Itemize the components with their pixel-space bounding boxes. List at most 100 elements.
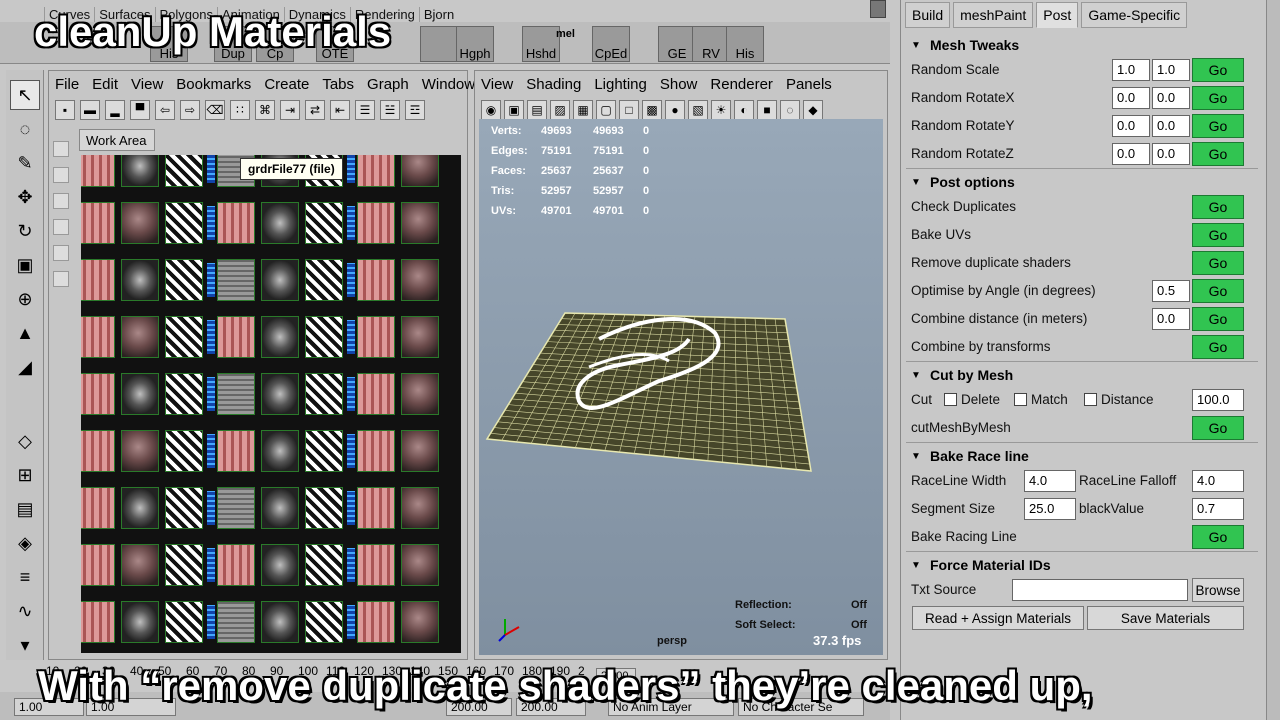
material-swatch[interactable] xyxy=(165,202,203,244)
material-swatch[interactable] xyxy=(121,202,159,244)
shelf-button-hypergraph[interactable]: Hgph xyxy=(456,26,494,62)
combine-distance-go-button[interactable]: Go xyxy=(1192,307,1244,331)
isolate-icon[interactable]: ■ xyxy=(757,100,777,120)
material-swatch[interactable] xyxy=(357,430,395,472)
material-swatch[interactable] xyxy=(401,155,439,187)
material-swatch[interactable] xyxy=(357,202,395,244)
material-swatch[interactable] xyxy=(81,487,115,529)
tab-post[interactable]: Post xyxy=(1036,2,1079,28)
wireframe-icon[interactable]: ▩ xyxy=(642,100,662,120)
material-swatch[interactable] xyxy=(261,430,299,472)
soft-mod-icon[interactable]: ▲ xyxy=(10,318,40,348)
shelf-button-hypershade[interactable]: Hshd xyxy=(522,26,560,62)
check-duplicates-go-button[interactable]: Go xyxy=(1192,195,1244,219)
material-swatch[interactable] xyxy=(81,259,115,301)
collapse-arrow-icon[interactable]: ▼ xyxy=(910,177,922,188)
move-tool-icon[interactable]: ✥ xyxy=(10,182,40,212)
shelf-button-node-icon[interactable] xyxy=(420,26,458,62)
material-swatch[interactable] xyxy=(121,155,159,187)
material-swatch[interactable] xyxy=(165,259,203,301)
hypershade-work-area[interactable] xyxy=(81,155,461,653)
material-swatch[interactable] xyxy=(217,259,255,301)
material-swatch[interactable] xyxy=(165,373,203,415)
arrow-right-icon[interactable]: ⇨ xyxy=(180,100,200,120)
material-swatch[interactable] xyxy=(165,316,203,358)
material-swatch[interactable] xyxy=(401,259,439,301)
xray-icon[interactable]: ◌ xyxy=(780,100,800,120)
hs-menu-file[interactable]: File xyxy=(55,76,79,93)
layout-persp-graph-icon[interactable]: ◈ xyxy=(10,528,40,558)
material-swatch[interactable] xyxy=(121,487,159,529)
material-swatch[interactable] xyxy=(305,202,343,244)
distance-checkbox[interactable] xyxy=(1084,393,1097,406)
material-swatch[interactable] xyxy=(401,601,439,643)
material-swatch[interactable] xyxy=(165,430,203,472)
optimise-angle-field[interactable]: 0.5 xyxy=(1152,280,1190,302)
tab-build[interactable]: Build xyxy=(905,2,951,28)
toggle-sort-icon[interactable]: ☲ xyxy=(405,100,425,120)
material-swatch[interactable] xyxy=(261,601,299,643)
material-swatch[interactable] xyxy=(357,155,395,187)
random-scale-max-field[interactable]: 1.0 xyxy=(1152,59,1190,81)
material-swatch[interactable] xyxy=(81,155,115,187)
resolution-gate-icon[interactable]: □ xyxy=(619,100,639,120)
material-swatch[interactable] xyxy=(81,430,115,472)
vp-menu-shading[interactable]: Shading xyxy=(526,76,581,93)
raceline-width-field[interactable]: 4.0 xyxy=(1024,470,1076,492)
random-rotatex-max-field[interactable]: 0.0 xyxy=(1152,87,1190,109)
grid-toggle-icon[interactable]: ▦ xyxy=(573,100,593,120)
material-swatch[interactable] xyxy=(401,202,439,244)
material-swatch[interactable] xyxy=(121,601,159,643)
lasso-tool-icon[interactable]: ◌ xyxy=(10,114,40,144)
material-swatch[interactable] xyxy=(401,544,439,586)
select-camera-icon[interactable]: ◉ xyxy=(481,100,501,120)
material-swatch[interactable] xyxy=(217,430,255,472)
raceline-falloff-field[interactable]: 4.0 xyxy=(1192,470,1244,492)
layout-side-icon[interactable]: ▤ xyxy=(10,494,40,524)
clear-graph-icon[interactable]: ☰ xyxy=(355,100,375,120)
black-value-field[interactable]: 0.7 xyxy=(1192,498,1244,520)
material-swatch[interactable] xyxy=(305,316,343,358)
vp-menu-lighting[interactable]: Lighting xyxy=(594,76,647,93)
material-swatch[interactable] xyxy=(305,544,343,586)
material-swatch[interactable] xyxy=(401,487,439,529)
material-swatch[interactable] xyxy=(121,316,159,358)
material-swatch[interactable] xyxy=(121,373,159,415)
combine-distance-field[interactable]: 0.0 xyxy=(1152,308,1190,330)
shelf-button-graph-editor[interactable]: GE xyxy=(658,26,696,62)
material-swatch[interactable] xyxy=(81,316,115,358)
camera-attributes-icon[interactable]: ▣ xyxy=(504,100,524,120)
material-swatch[interactable] xyxy=(165,155,203,187)
material-swatch[interactable] xyxy=(217,601,255,643)
layout-menu-icon[interactable]: ▾ xyxy=(10,630,40,660)
shelf-button-component-editor[interactable]: CpEd xyxy=(592,26,630,62)
textured-icon[interactable]: ▧ xyxy=(688,100,708,120)
hs-menu-create[interactable]: Create xyxy=(264,76,309,93)
rotate-tool-icon[interactable]: ↻ xyxy=(10,216,40,246)
material-swatch[interactable] xyxy=(357,316,395,358)
combine-transforms-go-button[interactable]: Go xyxy=(1192,335,1244,359)
output-connections-icon[interactable]: ⇤ xyxy=(330,100,350,120)
image-plane-icon[interactable]: ▨ xyxy=(550,100,570,120)
random-rotatey-go-button[interactable]: Go xyxy=(1192,114,1244,138)
toggle-layout-icon[interactable]: ☱ xyxy=(380,100,400,120)
arrow-left-icon[interactable]: ⇦ xyxy=(155,100,175,120)
remove-duplicate-shaders-go-button[interactable]: Go xyxy=(1192,251,1244,275)
material-swatch[interactable] xyxy=(401,430,439,472)
material-swatch[interactable] xyxy=(165,601,203,643)
io-connections-icon[interactable]: ⇄ xyxy=(305,100,325,120)
shelf-button-history-2[interactable]: His xyxy=(726,26,764,62)
match-checkbox[interactable] xyxy=(1014,393,1027,406)
scale-tool-icon[interactable]: ▣ xyxy=(10,250,40,280)
collapse-arrow-icon[interactable]: ▼ xyxy=(910,370,922,381)
side-sphere-icon[interactable] xyxy=(53,219,69,235)
read-assign-materials-button[interactable]: Read + Assign Materials xyxy=(912,606,1084,630)
material-swatch[interactable] xyxy=(401,316,439,358)
bake-uvs-go-button[interactable]: Go xyxy=(1192,223,1244,247)
vp-menu-show[interactable]: Show xyxy=(660,76,698,93)
random-rotatex-min-field[interactable]: 0.0 xyxy=(1112,87,1150,109)
material-swatch[interactable] xyxy=(357,259,395,301)
material-swatch[interactable] xyxy=(81,544,115,586)
shelf-tab-bjorn[interactable]: Bjorn xyxy=(418,7,458,22)
material-swatch[interactable] xyxy=(81,601,115,643)
